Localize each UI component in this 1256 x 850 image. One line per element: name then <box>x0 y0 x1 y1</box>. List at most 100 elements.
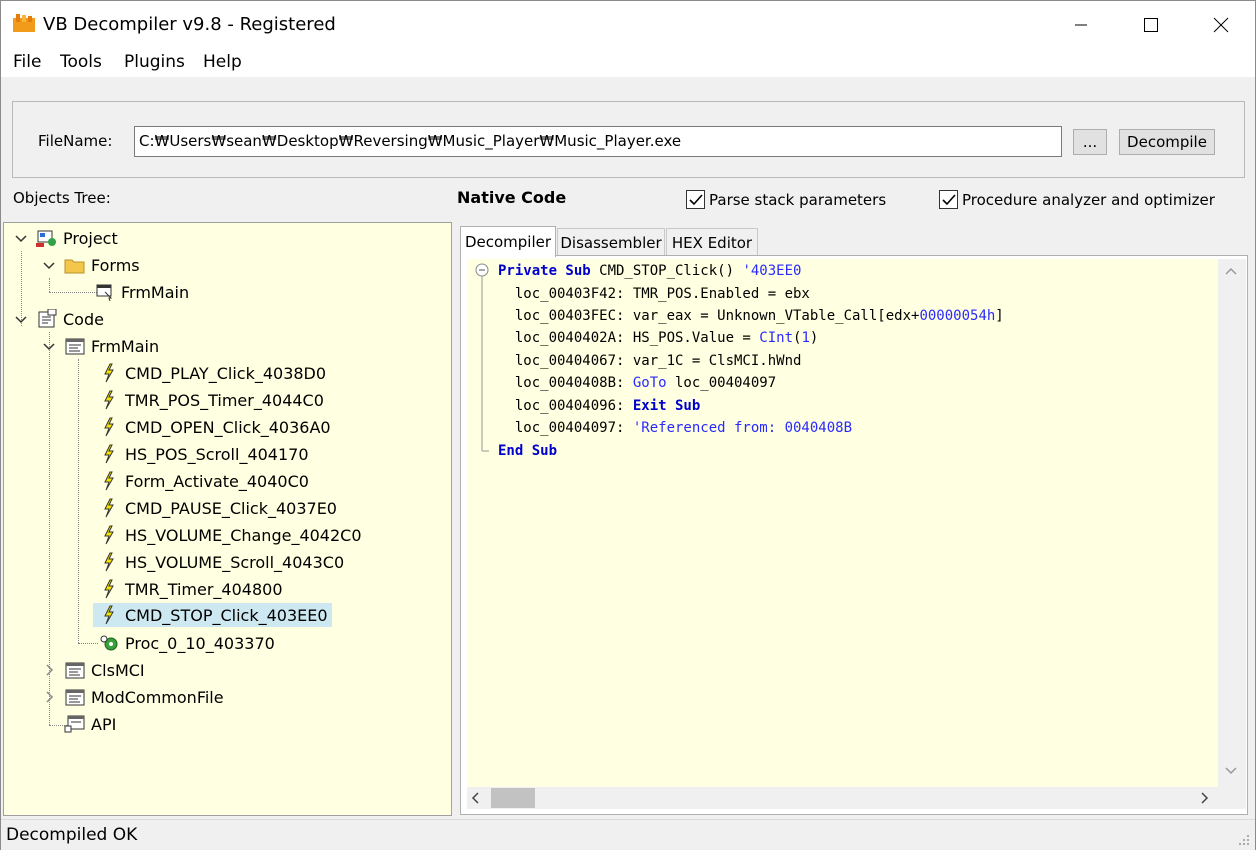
collapse-chevron-icon[interactable] <box>42 340 56 354</box>
minimize-icon <box>1075 24 1087 26</box>
module-icon <box>64 336 86 356</box>
lightning-icon <box>98 498 120 518</box>
tree-node-frmmain[interactable]: FrmMain <box>64 334 159 358</box>
tree-node-procedure-selected[interactable]: CMD_STOP_Click_403EE0 <box>93 603 332 627</box>
vertical-scrollbar[interactable] <box>1218 259 1246 787</box>
checkbox-checked-icon <box>939 190 958 209</box>
code-line: loc_0040402A: HS_POS.Value = CInt(1) <box>498 330 819 346</box>
collapse-chevron-icon[interactable] <box>14 313 28 327</box>
tree-label: CMD_PLAY_Click_4038D0 <box>125 363 327 383</box>
tree-label: CMD_OPEN_Click_4036A0 <box>125 417 331 437</box>
lightning-icon <box>98 390 120 410</box>
lightning-icon <box>98 525 120 545</box>
code-line: End Sub <box>498 443 558 459</box>
menu-help[interactable]: Help <box>203 52 242 72</box>
tree-connector <box>49 292 97 293</box>
tree-node-form-frmmain[interactable]: FrmMain <box>94 280 189 304</box>
lightning-icon <box>98 444 120 464</box>
browse-button[interactable]: ... <box>1073 129 1107 155</box>
fold-collapse-icon[interactable] <box>475 263 489 459</box>
lightning-icon <box>98 417 120 437</box>
horizontal-scroll-thumb[interactable] <box>491 788 535 808</box>
tree-label: FrmMain <box>91 336 160 356</box>
scroll-down-icon[interactable] <box>1225 767 1237 775</box>
filename-input[interactable]: C:₩Users₩sean₩Desktop₩Reversing₩Music_Pl… <box>134 126 1062 157</box>
optimizer-label: Procedure analyzer and optimizer <box>962 190 1215 209</box>
tree-node-procedure[interactable]: HS_VOLUME_Scroll_4043C0 <box>98 550 344 574</box>
code-line: loc_00403F42: TMR_POS.Enabled = ebx <box>498 286 810 302</box>
module-icon <box>64 687 86 707</box>
tree-label: Project <box>63 228 118 248</box>
api-icon <box>64 714 86 734</box>
title-bar: VB Decompiler v9.8 - Registered <box>1 1 1255 49</box>
lightning-icon <box>98 605 120 625</box>
tree-node-clsmci[interactable]: ClsMCI <box>64 658 145 682</box>
code-line: loc_00404097: 'Referenced from: 0040408B <box>498 420 853 436</box>
tree-node-project[interactable]: Project <box>36 226 118 250</box>
code-line: loc_00404067: var_1C = ClsMCI.hWnd <box>498 353 802 369</box>
status-bar <box>1 819 1255 850</box>
tree-label: FrmMain <box>121 282 190 302</box>
lightning-icon <box>98 471 120 491</box>
optimizer-checkbox[interactable]: Procedure analyzer and optimizer <box>939 190 1215 209</box>
tree-connector <box>78 643 98 644</box>
menu-tools[interactable]: Tools <box>60 52 102 72</box>
tree-node-procedure[interactable]: TMR_Timer_404800 <box>98 577 283 601</box>
tree-node-modcommonfile[interactable]: ModCommonFile <box>64 685 224 709</box>
tree-label: HS_VOLUME_Change_4042C0 <box>125 525 362 545</box>
project-icon <box>36 228 58 248</box>
lightning-icon <box>98 579 120 599</box>
tree-connector <box>78 359 79 643</box>
minimize-button[interactable] <box>1046 1 1116 49</box>
filename-label: FileName: <box>38 132 113 150</box>
checkbox-checked-icon <box>686 190 705 209</box>
tree-node-procedure[interactable]: Form_Activate_4040C0 <box>98 469 309 493</box>
tree-node-forms[interactable]: Forms <box>64 253 140 277</box>
tree-label: Proc_0_10_403370 <box>125 633 275 653</box>
tab-decompiler[interactable]: Decompiler <box>460 226 556 257</box>
lightning-icon <box>98 552 120 572</box>
tree-label: ModCommonFile <box>91 687 224 707</box>
parse-stack-checkbox[interactable]: Parse stack parameters <box>686 190 886 209</box>
maximize-button[interactable] <box>1116 1 1186 49</box>
window-title: VB Decompiler v9.8 - Registered <box>43 14 336 35</box>
collapse-chevron-icon[interactable] <box>42 259 56 273</box>
tree-node-code[interactable]: Code <box>36 307 104 331</box>
tree-label: Forms <box>91 255 140 275</box>
tree-node-procedure[interactable]: CMD_PAUSE_Click_4037E0 <box>98 496 337 520</box>
tab-disassembler[interactable]: Disassembler <box>557 228 665 256</box>
app-icon <box>13 14 35 32</box>
tree-connector <box>49 278 50 292</box>
lightning-icon <box>98 363 120 383</box>
scroll-right-icon[interactable] <box>1201 792 1209 804</box>
menu-file[interactable]: File <box>13 52 41 72</box>
expand-chevron-icon[interactable] <box>43 663 57 677</box>
objects-tree-label: Objects Tree: <box>13 189 111 207</box>
tree-node-procedure[interactable]: HS_VOLUME_Change_4042C0 <box>98 523 362 547</box>
collapse-chevron-icon[interactable] <box>14 232 28 246</box>
close-button[interactable] <box>1186 1 1256 49</box>
decompile-button[interactable]: Decompile <box>1119 129 1215 155</box>
parse-stack-label: Parse stack parameters <box>709 190 887 209</box>
tree-node-procedure[interactable]: CMD_PLAY_Click_4038D0 <box>98 361 326 385</box>
scrollbar-corner <box>1218 787 1246 809</box>
main-window: VB Decompiler v9.8 - Registered File Too… <box>0 0 1256 850</box>
resize-grip-icon[interactable] <box>1237 833 1251 847</box>
menu-plugins[interactable]: Plugins <box>124 52 185 72</box>
tab-hex-editor[interactable]: HEX Editor <box>666 228 758 256</box>
tree-node-procedure[interactable]: HS_POS_Scroll_404170 <box>98 442 309 466</box>
scroll-left-icon[interactable] <box>471 792 479 804</box>
scroll-up-icon[interactable] <box>1225 267 1237 275</box>
tree-label: TMR_POS_Timer_4044C0 <box>125 390 324 410</box>
tree-node-procedure[interactable]: CMD_OPEN_Click_4036A0 <box>98 415 331 439</box>
folder-icon <box>64 255 86 275</box>
tree-node-procedure[interactable]: TMR_POS_Timer_4044C0 <box>98 388 324 412</box>
tree-label: API <box>91 714 117 734</box>
tree-node-proc[interactable]: Proc_0_10_403370 <box>98 631 275 655</box>
horizontal-scrollbar[interactable] <box>467 787 1218 809</box>
menu-bar: File Tools Plugins Help <box>1 49 1255 77</box>
tree-label: CMD_STOP_Click_403EE0 <box>125 605 328 625</box>
expand-chevron-icon[interactable] <box>43 690 57 704</box>
tree-node-api[interactable]: API <box>64 712 116 736</box>
tree-label: CMD_PAUSE_Click_4037E0 <box>125 498 337 518</box>
